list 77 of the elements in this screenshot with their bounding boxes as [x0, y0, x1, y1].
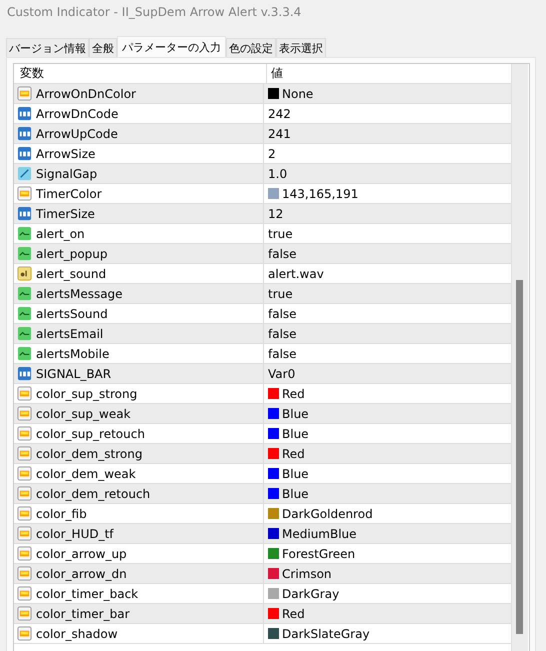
- parameter-name: color_sup_retouch: [36, 426, 145, 440]
- parameter-value[interactable]: Var0: [268, 366, 296, 380]
- parameter-name: alert_sound: [36, 266, 106, 280]
- parameter-name: color_arrow_up: [36, 546, 127, 560]
- boolean-parameter-icon: [17, 286, 32, 301]
- parameter-value[interactable]: 2: [268, 146, 276, 160]
- parameter-value[interactable]: false: [268, 326, 297, 340]
- parameter-name: SIGNAL_BAR: [36, 366, 112, 380]
- parameter-value[interactable]: Blue: [282, 406, 309, 420]
- parameter-value[interactable]: MediumBlue: [282, 526, 357, 540]
- parameter-name: TimerColor: [36, 186, 102, 200]
- parameter-value[interactable]: Blue: [282, 486, 309, 500]
- parameter-name: color_shadow: [36, 626, 118, 640]
- boolean-parameter-icon: [17, 326, 32, 341]
- parameter-value[interactable]: false: [268, 346, 297, 360]
- parameter-value[interactable]: 242: [268, 106, 291, 120]
- string-parameter-icon: [17, 266, 32, 281]
- parameter-value[interactable]: DarkSlateGray: [282, 626, 370, 640]
- parameter-value[interactable]: alert.wav: [268, 266, 324, 280]
- tab[interactable]: 色の設定: [226, 38, 276, 57]
- parameter-name: color_sup_weak: [36, 406, 131, 420]
- parameter-value[interactable]: Red: [282, 606, 305, 620]
- parameter-value[interactable]: true: [268, 226, 293, 240]
- parameter-value[interactable]: DarkGoldenrod: [282, 506, 373, 520]
- integer-parameter-icon: [17, 126, 32, 141]
- parameter-value[interactable]: 12: [268, 206, 284, 220]
- parameter-value[interactable]: 241: [268, 126, 291, 140]
- boolean-parameter-icon: [17, 226, 32, 241]
- parameter-name: ArrowDnCode: [36, 106, 118, 120]
- parameter-name: alertsMessage: [36, 286, 123, 300]
- parameter-value[interactable]: Red: [282, 386, 305, 400]
- parameter-value[interactable]: Blue: [282, 426, 309, 440]
- parameter-value[interactable]: true: [268, 286, 293, 300]
- parameter-name: color_dem_weak: [36, 466, 136, 480]
- parameter-name: alert_on: [36, 226, 85, 240]
- parameter-name: color_sup_strong: [36, 386, 138, 400]
- tab[interactable]: パラメーターの入力: [117, 36, 226, 57]
- parameter-name: ArrowOnDnColor: [36, 86, 136, 100]
- parameter-name: color_arrow_dn: [36, 566, 127, 580]
- parameter-name: ArrowUpCode: [36, 126, 118, 140]
- boolean-parameter-icon: [17, 346, 32, 361]
- scrollbar[interactable]: [511, 64, 528, 651]
- parameter-value[interactable]: DarkGray: [282, 586, 340, 600]
- tab[interactable]: 全般: [89, 38, 117, 57]
- parameter-name: color_timer_back: [36, 586, 138, 600]
- fraction-parameter-icon: [17, 166, 32, 181]
- integer-parameter-icon: [17, 206, 32, 221]
- parameter-name: color_dem_retouch: [36, 486, 150, 500]
- tab[interactable]: 表示選択: [276, 38, 326, 57]
- tab[interactable]: バージョン情報: [6, 38, 89, 57]
- parameter-value[interactable]: false: [268, 246, 297, 260]
- parameter-name: alertsSound: [36, 306, 108, 320]
- parameter-name: color_timer_bar: [36, 606, 130, 620]
- integer-parameter-icon: [17, 366, 32, 381]
- parameter-value[interactable]: Blue: [282, 466, 309, 480]
- parameter-name: SignalGap: [36, 166, 98, 180]
- parameter-name: color_HUD_tf: [36, 526, 114, 540]
- parameter-name: color_dem_strong: [36, 446, 142, 460]
- parameter-value[interactable]: 1.0: [268, 166, 288, 180]
- column-header: 変数: [14, 64, 267, 83]
- column-header: 値: [270, 65, 284, 82]
- parameter-name: alertsMobile: [36, 346, 110, 360]
- parameter-value[interactable]: Crimson: [282, 566, 332, 580]
- parameter-value[interactable]: 143,165,191: [282, 186, 358, 200]
- parameter-name: alert_popup: [36, 246, 108, 260]
- boolean-parameter-icon: [17, 306, 32, 321]
- parameter-name: TimerSize: [36, 206, 95, 220]
- parameter-name: ArrowSize: [36, 146, 96, 160]
- parameter-value[interactable]: ForestGreen: [282, 546, 356, 560]
- parameter-value[interactable]: false: [268, 306, 297, 320]
- parameter-name: color_fib: [36, 506, 87, 520]
- boolean-parameter-icon: [17, 246, 32, 261]
- window-title: Custom Indicator - II_SupDem Arrow Alert v.3.3.4: [6, 4, 302, 21]
- scrollbar-thumb[interactable]: [516, 280, 523, 634]
- parameter-value[interactable]: None: [282, 86, 314, 100]
- parameter-name: alertsEmail: [36, 326, 104, 340]
- parameter-value[interactable]: Red: [282, 446, 305, 460]
